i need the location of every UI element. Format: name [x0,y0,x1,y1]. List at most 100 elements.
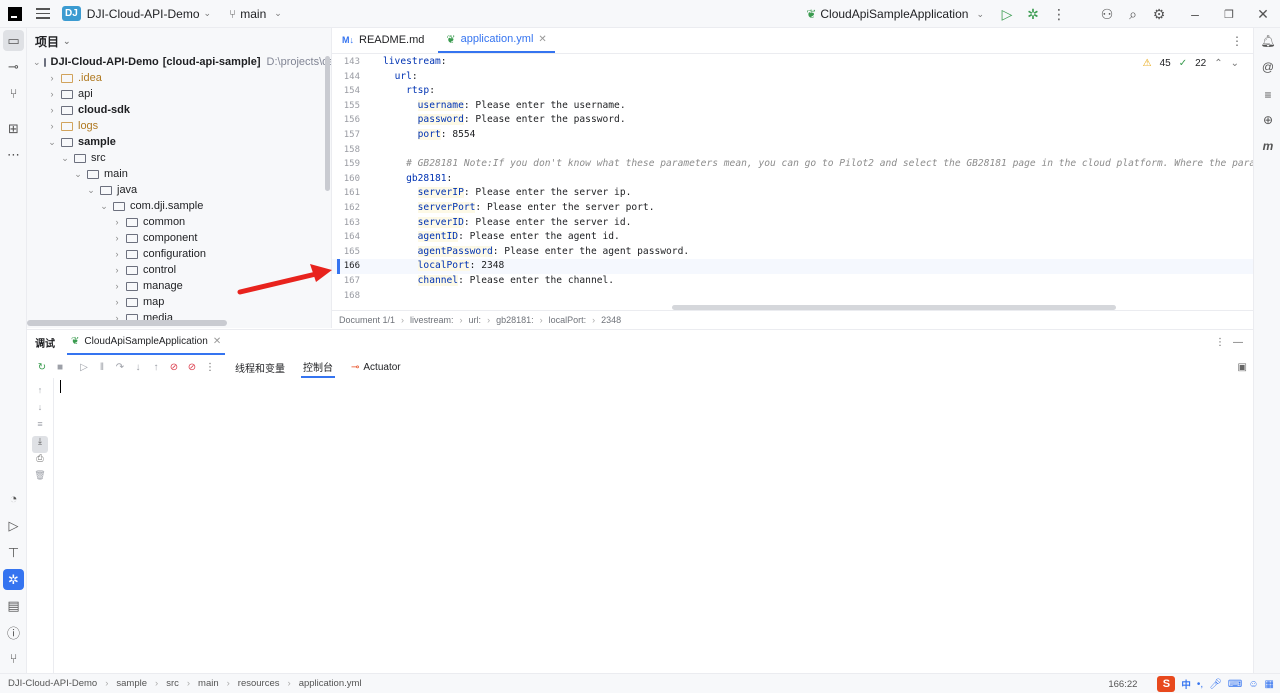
code-line[interactable] [383,143,1280,158]
tree-item[interactable]: › .idea [27,70,331,86]
arrow-down-icon[interactable]: ↓ [32,402,48,419]
minimize-icon[interactable]: – [1178,6,1212,22]
line-number[interactable]: 144 [332,70,368,85]
chevron-down-icon[interactable]: ⌄ [204,8,212,19]
profiler-icon[interactable]: ◔ [3,488,24,509]
tree-item[interactable]: ⌄ com.dji.sample [27,198,331,214]
line-number[interactable]: 157 [332,128,368,143]
tree-item[interactable]: ⌄ sample [27,134,331,150]
chevron-down-icon[interactable]: ⌄ [46,137,58,148]
restore-icon[interactable]: ❐ [1212,8,1246,21]
project-horizontal-scrollbar[interactable] [27,320,227,326]
code-area[interactable]: livestream: url: rtsp: username: Please … [383,55,1280,303]
code-line[interactable]: agentID: Please enter the agent id. [383,230,1280,245]
chevron-right-icon[interactable]: › [46,121,58,131]
step-out-icon[interactable]: ↑ [147,362,165,373]
close-tab-icon[interactable]: ✕ [213,336,221,347]
status-path-item[interactable]: sample [116,678,147,689]
status-path-item[interactable]: resources [238,678,280,689]
breadcrumb-item[interactable]: url: [469,315,482,325]
step-into-icon[interactable]: ↓ [129,362,147,373]
code-line[interactable]: port: 8554 [383,128,1280,143]
hide-panel-icon[interactable]: — [1233,337,1243,348]
chevron-right-icon[interactable]: › [111,249,123,259]
chevron-down-icon[interactable]: ⌄ [33,57,41,68]
debug-session-tab[interactable]: ❦ CloudApiSampleApplication ✕ [67,330,226,355]
view-breakpoints-icon[interactable]: ⊘ [165,362,183,373]
notifications-icon[interactable]: 🔔︎ [1259,32,1277,50]
debug-tool-icon[interactable]: ✲ [3,569,24,590]
line-number[interactable]: 160 [332,172,368,187]
ime-language[interactable]: 中 [1181,677,1191,691]
toolbox-icon[interactable]: ▦ [1265,679,1274,690]
chevron-right-icon[interactable]: › [46,73,58,83]
line-number[interactable]: 164 [332,230,368,245]
tab-threads-variables[interactable]: 线程和变量 [233,358,287,378]
tree-item[interactable]: ⌄ main [27,166,331,182]
code-line[interactable]: gb28181: [383,172,1280,187]
chevron-up-icon[interactable]: ⌃ [1214,58,1222,69]
inspection-widget[interactable]: ⚠ 45 ✓ 22 ⌃ ⌄ [1143,58,1239,69]
tree-item[interactable]: › component [27,230,331,246]
add-user-icon[interactable]: ⚇ [1094,6,1120,23]
code-line[interactable]: serverID: Please enter the server id. [383,216,1280,231]
services-icon[interactable]: ▷ [3,515,24,536]
step-over-icon[interactable]: ↷ [111,362,129,373]
branch-selector[interactable]: ⑂ main ⌄ [229,7,282,21]
line-number[interactable]: 158 [332,143,368,158]
line-number[interactable]: 161 [332,186,368,201]
status-path-item[interactable]: DJI-Cloud-API-Demo [8,678,97,689]
close-tab-icon[interactable]: ✕ [538,34,546,45]
breadcrumb-item[interactable]: livestream: [410,315,454,325]
more-actions-icon[interactable]: ⋮ [1046,6,1072,23]
tab-application-yml[interactable]: ❦ application.yml ✕ [438,27,555,53]
chevron-right-icon[interactable]: › [111,281,123,291]
code-line[interactable]: # GB28181 Note:If you don't know what th… [383,157,1280,172]
caret-position[interactable]: 166:22 [1108,679,1137,690]
tree-item[interactable]: › api [27,86,331,102]
pull-requests-icon[interactable]: ⑂ [3,83,24,104]
more-options-icon[interactable]: ⋮ [1215,337,1225,348]
chevron-right-icon[interactable]: › [46,89,58,99]
code-line[interactable]: rtsp: [383,84,1280,99]
more-icon[interactable]: ⋮ [201,362,219,373]
status-path-item[interactable]: main [198,678,219,689]
code-line[interactable]: serverIP: Please enter the server ip. [383,186,1280,201]
endpoints-icon[interactable]: ⊕ [1259,111,1277,129]
chevron-down-icon[interactable]: ⌄ [1231,58,1239,69]
more-tabs-icon[interactable]: ⋮ [1231,34,1243,48]
terminal-icon[interactable]: ▤ [3,595,24,616]
line-number[interactable]: 154 [332,84,368,99]
project-vertical-scrollbar[interactable] [325,56,330,191]
tree-item[interactable]: › logs [27,118,331,134]
ai-assistant-icon[interactable]: @ [1259,58,1277,76]
run-icon[interactable]: ▷ [994,6,1020,23]
tree-item[interactable]: › common [27,214,331,230]
line-number[interactable]: 168 [332,289,368,304]
console-caret[interactable] [60,380,61,393]
project-name[interactable]: DJI-Cloud-API-Demo [87,7,200,21]
stop-icon[interactable]: ■ [51,362,69,373]
code-line[interactable]: channel: Please enter the channel. [383,274,1280,289]
settings-icon[interactable]: ⚙ [1146,6,1172,23]
structure-icon[interactable]: ⊞ [3,118,24,139]
code-line[interactable]: url: [383,70,1280,85]
commit-icon[interactable]: ⊸ [3,56,24,77]
clear-icon[interactable]: 🗑︎ [32,470,48,487]
arrow-up-icon[interactable]: ↑ [32,385,48,402]
tab-actuator[interactable]: ⊸ Actuator [349,358,403,378]
line-number[interactable]: 162 [332,201,368,216]
soft-wrap-icon[interactable]: ≡ [32,419,48,436]
line-number[interactable]: 156 [332,113,368,128]
chevron-right-icon[interactable]: › [111,233,123,243]
tree-item[interactable]: › cloud-sdk [27,102,331,118]
rerun-icon[interactable]: ↻ [33,362,51,373]
breadcrumb-item[interactable]: Document 1/1 [339,315,395,325]
code-line[interactable]: localPort: 2348 [383,259,1280,274]
line-number[interactable]: 165 [332,245,368,260]
maven-icon[interactable]: m [1259,137,1277,155]
line-number[interactable]: 159 [332,157,368,172]
chevron-down-icon[interactable]: ⌄ [59,153,71,164]
resume-icon[interactable]: ▷ [75,362,93,373]
code-line[interactable]: username: Please enter the username. [383,99,1280,114]
